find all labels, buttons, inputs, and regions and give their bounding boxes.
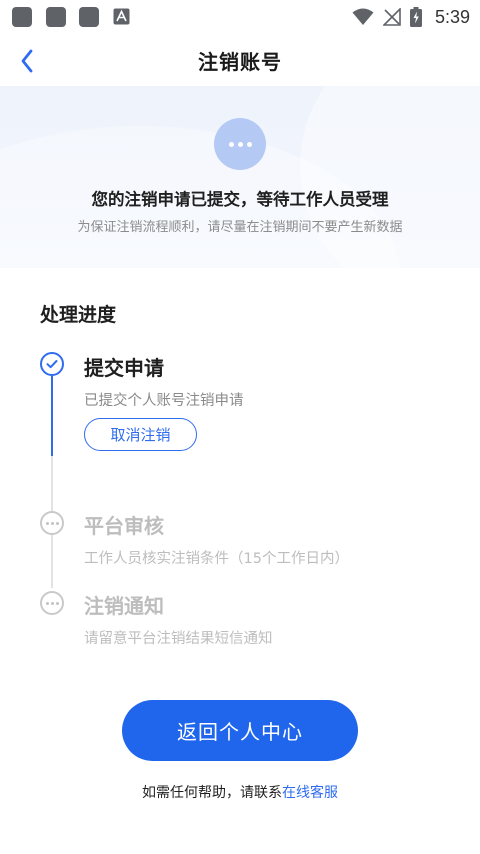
timeline-line-completed — [51, 376, 53, 456]
banner-title: 您的注销申请已提交，等待工作人员受理 — [91, 190, 389, 209]
account-cancellation-screen: 5:39 注销账号 您的注销申请已提交，等待工作人员受理 为保证注销流程顺利，请… — [0, 0, 480, 854]
return-profile-button[interactable]: 返回个人中心 — [122, 700, 358, 761]
a-icon — [113, 8, 130, 25]
more-dots-icon — [214, 118, 266, 170]
no-signal-icon — [382, 8, 401, 26]
more-dots-icon — [40, 511, 64, 535]
step-desc: 工作人员核实注销条件（15个工作日内） — [84, 551, 349, 567]
cancel-deregistration-button[interactable]: 取消注销 — [84, 418, 197, 451]
page-title: 注销账号 — [198, 50, 282, 74]
status-icons: 5:39 — [352, 4, 470, 30]
wifi-icon — [352, 8, 374, 25]
step-desc: 已提交个人账号注销申请 — [84, 393, 244, 409]
status-banner: 您的注销申请已提交，等待工作人员受理 为保证注销流程顺利，请尽量在注销期间不要产… — [0, 86, 480, 268]
banner-decoration — [300, 86, 480, 268]
progress-title: 处理进度 — [40, 304, 117, 326]
status-bar: 5:39 — [0, 0, 480, 34]
more-dots-icon — [40, 591, 64, 615]
app-icon — [46, 7, 66, 27]
step-title: 注销通知 — [84, 594, 164, 618]
nav-bar: 注销账号 — [0, 34, 480, 86]
banner-subtitle: 为保证注销流程顺利，请尽量在注销期间不要产生新数据 — [77, 220, 403, 235]
app-icon — [12, 7, 32, 27]
step-title: 提交申请 — [84, 356, 164, 380]
clock: 5:39 — [434, 6, 470, 27]
step-desc: 请留意平台注销结果短信通知 — [84, 631, 273, 647]
app-icon — [79, 7, 99, 27]
help-text: 如需任何帮助，请联系在线客服 — [0, 782, 480, 802]
check-circle-icon — [40, 352, 64, 376]
battery-charging-icon — [409, 7, 422, 27]
online-support-link[interactable]: 在线客服 — [282, 785, 338, 801]
help-prefix: 如需任何帮助，请联系 — [142, 785, 282, 801]
step-title: 平台审核 — [84, 514, 164, 538]
